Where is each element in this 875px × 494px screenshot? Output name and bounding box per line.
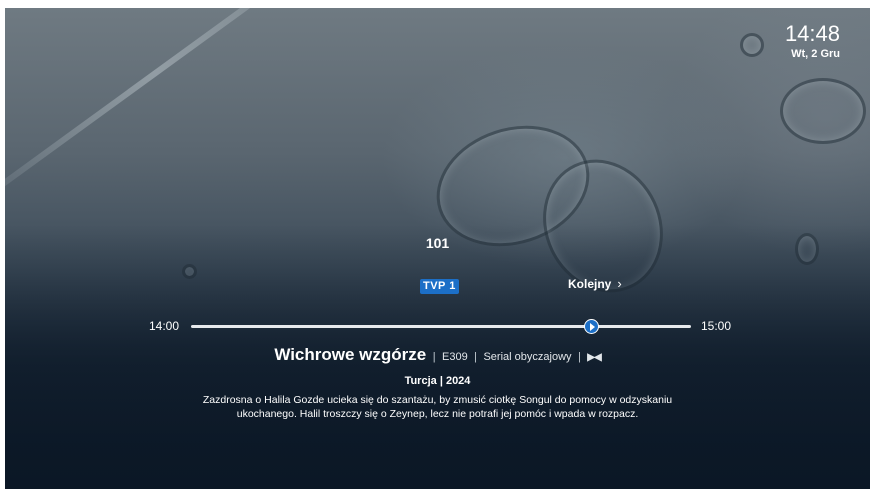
program-description: Zazdrosna o Halila Gozde ucieka się do s…: [202, 394, 673, 420]
separator: |: [432, 351, 436, 363]
program-title-line: Wichrowe wzgórze | E309 | Serial obyczaj…: [5, 345, 870, 365]
audio-description-icon: ▶◀: [587, 352, 601, 363]
program-end-time: 15:00: [701, 319, 732, 333]
next-program-button[interactable]: Kolejny ›: [568, 276, 622, 291]
next-program-label: Kolejny: [568, 277, 612, 291]
channel-logo: TVP 1: [420, 279, 459, 294]
progress-knob-play-icon[interactable]: [584, 319, 599, 334]
progress-bar[interactable]: [191, 319, 691, 334]
program-title: Wichrowe wzgórze: [274, 345, 427, 364]
program-genre: Serial obyczajowy: [483, 351, 572, 363]
player-screen: 14:48 Wt, 2 Gru 101 TVP 1 Kolejny › 14:00…: [5, 8, 870, 489]
program-country-year: Turcja | 2024: [404, 375, 471, 387]
clock: 14:48 Wt, 2 Gru: [784, 21, 840, 61]
channel-number: 101: [425, 235, 450, 251]
program-start-time: 14:00: [149, 319, 180, 333]
episode-number: E309: [442, 351, 468, 363]
clock-date: Wt, 2 Gru: [791, 48, 840, 60]
separator: |: [577, 351, 581, 363]
chevron-right-icon: ›: [617, 276, 622, 291]
separator: |: [474, 351, 478, 363]
clock-time: 14:48: [784, 21, 840, 46]
